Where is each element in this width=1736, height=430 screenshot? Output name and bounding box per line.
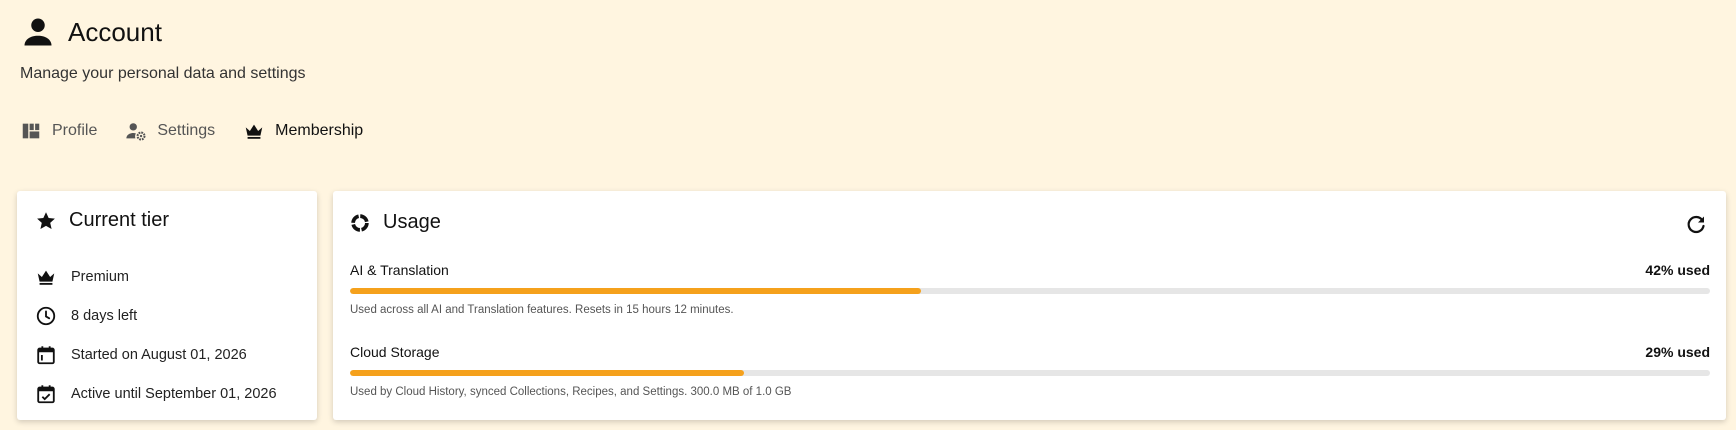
dashboard-icon <box>22 123 40 139</box>
usage-storage-description: Used by Cloud History, synced Collection… <box>350 386 792 398</box>
current-tier-card: Current tier Premium 8 days left Started… <box>17 191 317 420</box>
usage-storage-progress-fill <box>350 370 745 376</box>
usage-ai-name: AI & Translation <box>350 262 449 278</box>
usage-storage-name: Cloud Storage <box>350 344 440 360</box>
tier-days-left: 8 days left <box>35 296 277 335</box>
tier-start-date: Started on August 01, 2026 <box>35 335 277 374</box>
usage-card: Usage AI & Translation 42% used Used acr… <box>333 191 1726 420</box>
calendar-check-icon <box>37 384 55 403</box>
page-title: Account <box>68 16 162 47</box>
clock-icon <box>36 306 56 325</box>
usage-title-text: Usage <box>383 211 441 233</box>
usage-ai-translation: AI & Translation 42% used Used across al… <box>350 262 1710 316</box>
tier-end-date: Active until September 01, 2026 <box>35 374 277 413</box>
usage-ai-progress-bar <box>350 288 1710 294</box>
tab-profile-label: Profile <box>52 122 98 139</box>
usage-storage-progress-bar <box>350 370 1710 376</box>
tier-end-date-text: Active until September 01, 2026 <box>71 385 277 402</box>
tier-plan: Premium <box>35 257 277 296</box>
tab-membership-label: Membership <box>275 122 364 139</box>
usage-ai-header: AI & Translation 42% used <box>350 262 1710 278</box>
page-subtitle: Manage your personal data and settings <box>20 65 306 82</box>
tier-days-left-text: 8 days left <box>71 307 138 324</box>
tab-membership[interactable]: Membership <box>243 118 363 144</box>
tier-plan-text: Premium <box>71 268 130 285</box>
usage-cloud-storage: Cloud Storage 29% used Used by Cloud His… <box>350 344 1710 398</box>
tab-settings[interactable]: Settings <box>125 118 215 144</box>
star-icon <box>37 211 55 229</box>
usage-title: Usage <box>349 211 441 234</box>
person-icon <box>24 18 52 46</box>
usage-storage-percent: 29% used <box>1645 344 1710 360</box>
page-header: Account <box>20 12 162 52</box>
usage-ai-progress-fill <box>350 288 922 294</box>
crown-icon <box>37 270 55 285</box>
usage-ai-percent: 42% used <box>1645 262 1710 278</box>
calendar-start-icon <box>37 345 55 364</box>
usage-ai-description: Used across all AI and Translation featu… <box>350 304 734 316</box>
tab-bar: Profile Settings Membership <box>20 118 391 144</box>
tab-profile[interactable]: Profile <box>20 118 97 144</box>
tier-start-date-text: Started on August 01, 2026 <box>71 346 247 363</box>
tab-settings-label: Settings <box>157 122 216 139</box>
refresh-icon[interactable] <box>1684 213 1708 237</box>
donut-icon <box>351 213 369 232</box>
tier-details-list: Premium 8 days left Started on August 01… <box>35 257 277 413</box>
manage-accounts-icon <box>126 123 146 141</box>
title-row: Account <box>20 12 162 52</box>
current-tier-title: Current tier <box>35 209 169 232</box>
current-tier-title-text: Current tier <box>69 209 170 231</box>
usage-storage-header: Cloud Storage 29% used <box>350 344 1710 360</box>
crown-icon <box>245 124 263 139</box>
